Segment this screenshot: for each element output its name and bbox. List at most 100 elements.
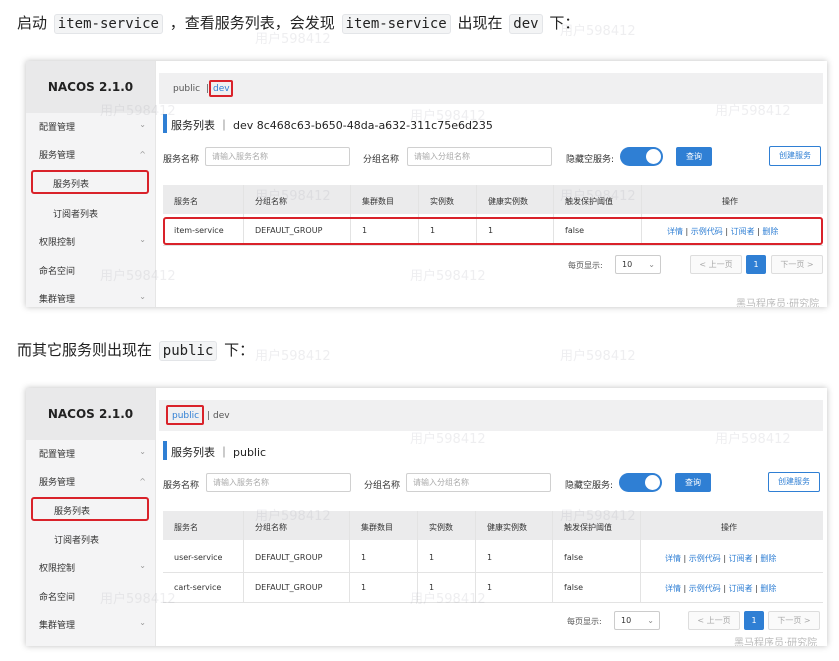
row-healthy: 1 [487,553,493,562]
detail-link[interactable]: 详情 [667,227,683,236]
prev-page-button[interactable]: < 上一页 [690,255,742,274]
user-watermark: 用户598412 [560,349,636,364]
menu-cluster[interactable]: 集群管理 [39,292,75,305]
menu-auth[interactable]: 权限控制 [39,561,75,574]
col-clusters: 集群数目 [361,523,393,532]
detail-link[interactable]: 详情 [665,554,681,563]
namespace-bar: public | dev [159,400,823,431]
sample-code-link[interactable]: 示例代码 [689,584,721,593]
menu-service-list[interactable]: 服务列表 [53,177,89,190]
query-button[interactable]: 查询 [676,147,712,166]
divider [349,511,350,602]
col-actions: 操作 [721,523,737,532]
next-page-button[interactable]: 下一页 > [771,255,823,274]
ns-public[interactable]: public [173,84,200,94]
divider [243,511,244,602]
toggle-knob [646,149,661,164]
inline-code: public [158,341,218,361]
user-watermark: 用户598412 [410,269,486,284]
row-healthy: 1 [487,583,493,592]
row-instances: 1 [429,553,435,562]
inline-code: dev [509,14,543,34]
text: 启动 [17,14,48,32]
menu-cluster[interactable]: 集群管理 [39,618,75,631]
menu-service-list[interactable]: 服务列表 [54,504,90,517]
menu-auth[interactable]: 权限控制 [39,235,75,248]
ops-separator: | [725,227,729,236]
ns-public[interactable]: public [172,411,199,421]
divider [640,511,641,602]
menu-namespace[interactable]: 命名空间 [39,264,75,277]
menu-config[interactable]: 配置管理 [39,447,75,460]
user-watermark: 用户598412 [255,509,331,524]
ns-dev[interactable]: dev [213,411,230,421]
user-watermark: 用户598412 [100,104,176,119]
chevron-down-icon: ⌄ [139,561,146,570]
page-1-button[interactable]: 1 [746,255,766,274]
menu-service[interactable]: 服务管理 [39,148,75,161]
page-1-button[interactable]: 1 [744,611,764,630]
chevron-down-icon: ⌄ [139,447,146,456]
query-button[interactable]: 查询 [675,473,711,492]
row-service-name: user-service [174,553,223,562]
user-watermark: 用户598412 [255,32,331,47]
subscriber-link[interactable]: 订阅者 [729,584,753,593]
delete-link[interactable]: 删除 [760,584,776,593]
row-instances: 1 [430,226,436,235]
row-group: DEFAULT_GROUP [255,553,323,562]
chevron-up-icon: ^ [139,477,146,486]
row-service-name: cart-service [174,583,222,592]
create-service-button[interactable]: 创建服务 [769,146,821,166]
col-instances: 实例数 [429,523,453,532]
row-clusters: 1 [361,553,367,562]
hide-empty-toggle[interactable] [620,147,663,166]
ops-separator: | [755,584,758,593]
page-size-select[interactable]: 10 ⌄ [614,611,660,630]
service-name-input[interactable]: 请输入服务名称 [205,147,350,166]
menu-service[interactable]: 服务管理 [39,475,75,488]
delete-link[interactable]: 删除 [760,554,776,563]
service-name-label: 服务名称 [163,155,200,165]
col-healthy: 健康实例数 [487,523,527,532]
subscriber-link[interactable]: 订阅者 [731,227,755,236]
chevron-down-icon: ⌄ [139,120,146,129]
page-size-select[interactable]: 10 ⌄ [615,255,661,274]
create-service-button[interactable]: 创建服务 [768,472,820,492]
delete-link[interactable]: 删除 [762,227,778,236]
user-watermark: 用户598412 [715,104,791,119]
col-clusters: 集群数目 [362,197,394,206]
subscriber-link[interactable]: 订阅者 [729,554,753,563]
prev-page-button[interactable]: < 上一页 [688,611,740,630]
menu-subscriber-list[interactable]: 订阅者列表 [53,207,98,220]
next-page-button[interactable]: 下一页 > [768,611,820,630]
user-watermark: 用户598412 [255,189,331,204]
menu-namespace[interactable]: 命名空间 [39,590,75,603]
hide-empty-toggle[interactable] [619,473,662,492]
hide-empty-label: 隐藏空服务: [566,155,615,165]
menu-config[interactable]: 配置管理 [39,120,75,133]
inline-code: item-service [341,14,451,34]
row-healthy: 1 [488,226,494,235]
sample-code-link[interactable]: 示例代码 [689,554,721,563]
ns-separator: | [207,411,211,421]
col-instances: 实例数 [430,197,454,206]
group-name-input[interactable]: 请输入分组名称 [406,473,551,492]
inline-code: item-service [53,14,163,34]
text: 下： [224,341,255,359]
col-healthy: 健康实例数 [488,197,528,206]
row-group: DEFAULT_GROUP [255,226,323,235]
detail-link[interactable]: 详情 [665,584,681,593]
service-name-input[interactable]: 请输入服务名称 [206,473,351,492]
sample-code-link[interactable]: 示例代码 [691,227,723,236]
menu-subscriber-list[interactable]: 订阅者列表 [54,533,99,546]
col-service: 服务名 [174,197,198,206]
app-logo: NACOS 2.1.0 [26,388,155,440]
user-watermark: 用户598412 [715,432,791,447]
divider [552,511,553,602]
group-name-input[interactable]: 请输入分组名称 [407,147,552,166]
user-watermark: 用户598412 [100,269,176,284]
user-watermark: 用户598412 [410,592,486,607]
chevron-up-icon: ^ [139,150,146,159]
ns-dev[interactable]: dev [213,84,230,94]
row-group: DEFAULT_GROUP [255,583,323,592]
